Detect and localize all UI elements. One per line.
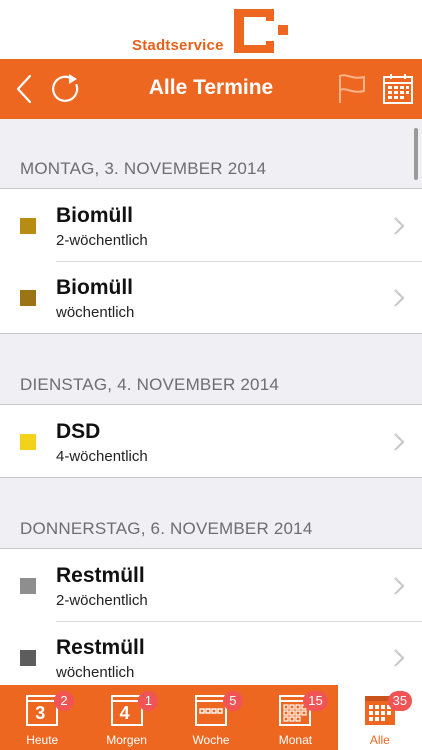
calendar-number: 3 (35, 703, 46, 723)
tab-label: Alle (369, 733, 390, 747)
tab-woche[interactable]: 5 Woche (169, 685, 253, 750)
flag-icon[interactable] (334, 71, 370, 107)
tab-badge: 15 (303, 691, 328, 711)
section-header: DIENSTAG, 4. NOVEMBER 2014 (0, 334, 422, 405)
tab-heute[interactable]: 3 2 Heute (0, 685, 84, 750)
tab-badge: 1 (138, 691, 159, 711)
app: Stadtservice Alle Termine MONTAG, 3. NOV… (0, 0, 422, 750)
list-item[interactable]: Restmüll 2-wöchentlich (0, 549, 422, 621)
brand-name: Stadtservice (132, 37, 224, 54)
item-title: DSD (56, 420, 101, 443)
color-swatch (20, 290, 36, 306)
item-subtitle: 2-wöchentlich (56, 232, 148, 249)
tab-morgen[interactable]: 4 1 Morgen (84, 685, 168, 750)
chevron-right-icon (394, 217, 405, 235)
color-swatch (20, 650, 36, 666)
brand-header: Stadtservice (0, 0, 422, 59)
section-header: MONTAG, 3. NOVEMBER 2014 (0, 119, 422, 189)
stadtservice-logo-icon (234, 9, 288, 53)
tab-label: Heute (26, 733, 59, 747)
item-title: Restmüll (56, 636, 145, 659)
calendar-icon[interactable] (380, 71, 416, 107)
chevron-right-icon (394, 577, 405, 595)
scrollbar[interactable] (414, 128, 418, 180)
tab-label: Monat (278, 733, 313, 747)
appointment-list[interactable]: MONTAG, 3. NOVEMBER 2014 Biomüll 2-wöche… (0, 119, 422, 685)
section-group: Restmüll 2-wöchentlich Restmüll wöchentl… (0, 549, 422, 685)
section-header: DONNERSTAG, 6. NOVEMBER 2014 (0, 478, 422, 549)
item-title: Biomüll (56, 276, 133, 299)
chevron-right-icon (394, 289, 405, 307)
calendar-number: 4 (119, 703, 130, 723)
item-subtitle: 2-wöchentlich (56, 592, 148, 609)
chevron-right-icon (394, 649, 405, 667)
list-item[interactable]: DSD 4-wöchentlich (0, 405, 422, 477)
section-group: DSD 4-wöchentlich (0, 405, 422, 478)
list-item[interactable]: Biomüll wöchentlich (0, 261, 422, 333)
chevron-right-icon (394, 433, 405, 451)
tab-label: Morgen (106, 733, 147, 747)
nav-bar: Alle Termine (0, 59, 422, 119)
list-item[interactable]: Biomüll 2-wöchentlich (0, 189, 422, 261)
section-group: Biomüll 2-wöchentlich Biomüll wöchentlic… (0, 189, 422, 334)
color-swatch (20, 578, 36, 594)
color-swatch (20, 218, 36, 234)
tab-bar: 3 2 Heute 4 1 Morgen 5 Woche 15 Monat 35… (0, 685, 422, 750)
tab-badge: 35 (387, 691, 413, 711)
item-title: Restmüll (56, 564, 145, 587)
tab-monat[interactable]: 15 Monat (253, 685, 337, 750)
item-subtitle: wöchentlich (56, 304, 135, 321)
color-swatch (20, 434, 36, 450)
tab-badge: 2 (54, 691, 74, 711)
tab-label: Woche (192, 733, 230, 747)
item-subtitle: wöchentlich (56, 664, 135, 681)
item-subtitle: 4-wöchentlich (56, 448, 148, 465)
tab-alle[interactable]: 35 Alle (337, 685, 422, 750)
tab-badge: 5 (222, 691, 243, 711)
item-title: Biomüll (56, 204, 133, 227)
list-item[interactable]: Restmüll wöchentlich (0, 621, 422, 685)
